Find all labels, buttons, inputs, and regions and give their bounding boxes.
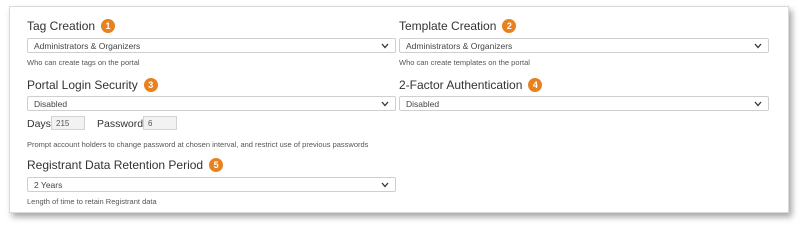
chevron-down-icon [381, 42, 389, 50]
days-label: Days [27, 118, 51, 130]
chevron-down-icon [754, 42, 762, 50]
portal-login-security-help: Prompt account holders to change passwor… [27, 140, 369, 149]
portal-login-security-label: Portal Login Security [27, 78, 138, 92]
registrant-retention-badge: 5 [209, 158, 224, 172]
tag-creation-select[interactable]: Administrators & Organizers [27, 38, 396, 53]
template-creation-selected: Administrators & Organizers [406, 40, 513, 51]
template-creation-badge: 2 [502, 19, 517, 33]
registrant-retention-selected: 2 Years [34, 179, 63, 190]
template-creation-label: Template Creation [399, 19, 497, 33]
portal-login-security-badge: 3 [143, 78, 158, 92]
two-factor-heading: 2-Factor Authentication 4 [399, 78, 543, 92]
portal-login-security-heading: Portal Login Security 3 [27, 78, 158, 92]
two-factor-label: 2-Factor Authentication [399, 78, 523, 92]
tag-creation-help: Who can create tags on the portal [27, 58, 140, 67]
passwords-input[interactable]: 6 [143, 116, 177, 130]
tag-creation-label: Tag Creation [27, 19, 96, 33]
portal-login-security-selected: Disabled [34, 98, 68, 109]
two-factor-badge: 4 [528, 78, 543, 92]
tag-creation-heading: Tag Creation 1 [27, 19, 116, 33]
portal-login-security-select[interactable]: Disabled [27, 96, 396, 111]
registrant-retention-heading: Registrant Data Retention Period 5 [27, 158, 224, 172]
template-creation-heading: Template Creation 2 [399, 19, 517, 33]
settings-panel: Tag Creation 1 Administrators & Organize… [9, 6, 789, 213]
template-creation-select[interactable]: Administrators & Organizers [399, 38, 769, 53]
tag-creation-selected: Administrators & Organizers [34, 40, 141, 51]
registrant-retention-label: Registrant Data Retention Period [27, 158, 204, 172]
days-input[interactable]: 215 [51, 116, 85, 130]
template-creation-help: Who can create templates on the portal [399, 58, 530, 67]
chevron-down-icon [381, 181, 389, 189]
chevron-down-icon [754, 100, 762, 108]
chevron-down-icon [381, 100, 389, 108]
registrant-retention-help: Length of time to retain Registrant data [27, 197, 157, 206]
tag-creation-badge: 1 [101, 19, 116, 33]
passwords-label: Passwords [97, 118, 149, 130]
two-factor-select[interactable]: Disabled [399, 96, 769, 111]
registrant-retention-select[interactable]: 2 Years [27, 177, 396, 192]
two-factor-selected: Disabled [406, 98, 440, 109]
